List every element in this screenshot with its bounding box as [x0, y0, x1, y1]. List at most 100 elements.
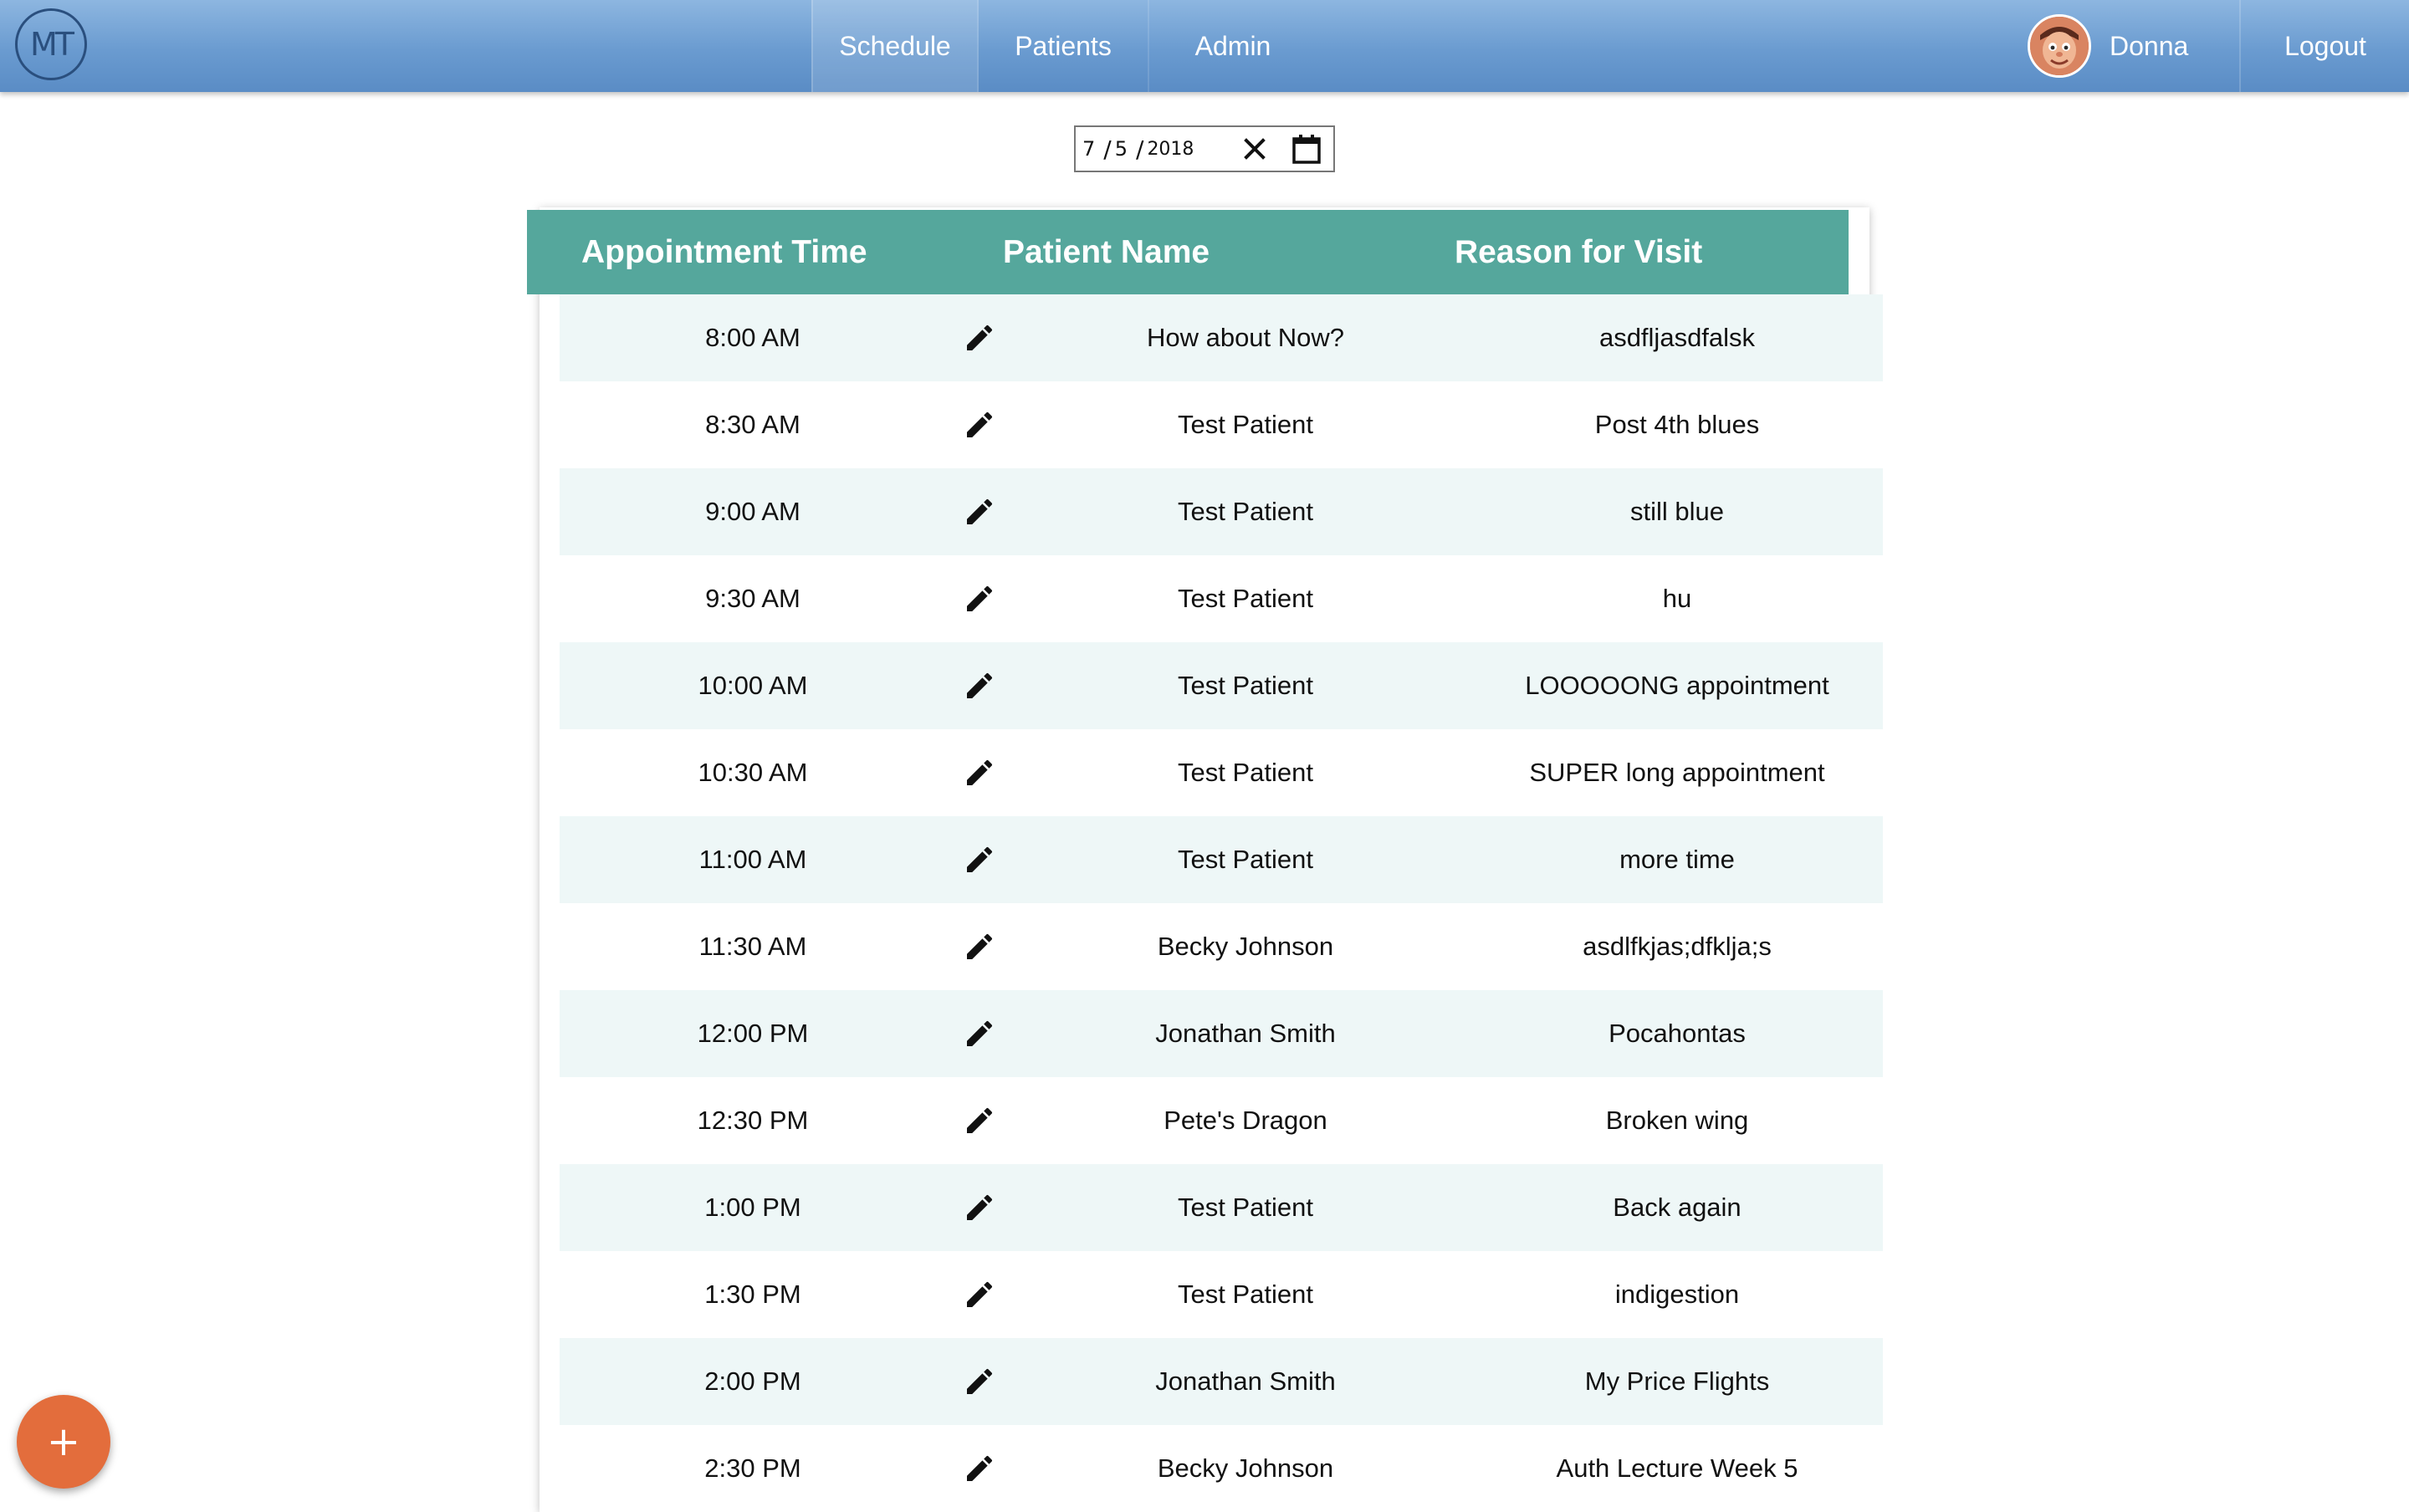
tab-admin-label: Admin — [1194, 30, 1271, 61]
date-separator: / — [1103, 135, 1112, 163]
reason-for-visit: indigestion — [1614, 1280, 1740, 1309]
pencil-icon[interactable] — [944, 1164, 1015, 1251]
reason-for-visit: still blue — [1630, 497, 1724, 526]
pencil-icon[interactable] — [944, 381, 1015, 468]
table-row[interactable]: 11:00 AM Test Patient more time — [560, 816, 1883, 903]
appointment-time: 11:00 AM — [698, 845, 807, 874]
table-row[interactable]: 9:30 AM Test Patient hu — [560, 555, 1883, 642]
patient-name: Jonathan Smith — [1155, 1019, 1336, 1048]
patient-name: Test Patient — [1178, 1193, 1313, 1222]
tab-admin[interactable]: Admin — [1149, 0, 1317, 92]
avatar-face-icon — [2030, 17, 2089, 75]
nav-tabs: Schedule Patients Admin — [811, 0, 1317, 92]
pencil-icon[interactable] — [944, 1251, 1015, 1338]
reason-for-visit: Broken wing — [1605, 1106, 1749, 1135]
pencil-icon[interactable] — [944, 729, 1015, 816]
reason-for-visit: asdfljasdfalsk — [1598, 323, 1756, 352]
table-row[interactable]: 8:00 AM How about Now? asdfljasdfalsk — [560, 294, 1883, 381]
logout-button[interactable]: Logout — [2242, 0, 2409, 92]
nav-divider — [2239, 0, 2241, 92]
app-logo[interactable]: MT — [15, 8, 87, 80]
appointment-time: 12:00 PM — [697, 1019, 809, 1048]
close-icon[interactable] — [1240, 134, 1270, 164]
patient-name: Test Patient — [1178, 410, 1313, 439]
reason-for-visit: LOOOOONG appointment — [1525, 671, 1829, 700]
reason-for-visit: hu — [1662, 584, 1692, 613]
appointment-time: 1:30 PM — [704, 1280, 801, 1309]
patient-name: Test Patient — [1178, 584, 1313, 613]
table-row[interactable]: 2:00 PM Jonathan Smith My Price Flights — [560, 1338, 1883, 1425]
header-reason-for-visit: Reason for Visit — [1455, 233, 1703, 270]
pencil-icon[interactable] — [944, 990, 1015, 1077]
appointment-time: 2:00 PM — [704, 1366, 801, 1396]
top-navbar: MT Schedule Patients Admin Donna Logout — [0, 0, 2409, 92]
table-row[interactable]: 11:30 AM Becky Johnson asdlfkjas;dfklja;s — [560, 903, 1883, 990]
reason-for-visit: My Price Flights — [1584, 1366, 1770, 1396]
pencil-icon[interactable] — [944, 468, 1015, 555]
table-row[interactable]: 9:00 AM Test Patient still blue — [560, 468, 1883, 555]
appointment-time: 8:00 AM — [705, 323, 800, 352]
date-input[interactable]: 7 / 5 / 2018 — [1074, 125, 1335, 172]
logo-text: MT — [30, 26, 74, 63]
patient-name: How about Now? — [1146, 323, 1345, 352]
add-appointment-button[interactable]: + — [17, 1395, 110, 1489]
appointment-time: 10:00 AM — [698, 671, 808, 700]
header-patient-name: Patient Name — [1003, 233, 1210, 270]
appointments-table-body: 8:00 AM How about Now? asdfljasdfalsk 8:30 … — [560, 294, 1883, 1512]
patient-name: Test Patient — [1178, 497, 1313, 526]
header-appointment-time: Appointment Time — [581, 233, 867, 270]
tab-patients-label: Patients — [1015, 30, 1112, 61]
table-row[interactable]: 2:30 PM Becky Johnson Auth Lecture Week 5 — [560, 1425, 1883, 1512]
reason-for-visit: asdlfkjas;dfklja;s — [1583, 932, 1772, 961]
table-header: Appointment Time Patient Name Reason for… — [527, 210, 1849, 294]
pencil-icon[interactable] — [944, 1338, 1015, 1425]
appointment-time: 9:30 AM — [705, 584, 800, 613]
date-separator: / — [1136, 135, 1144, 163]
appointment-time: 12:30 PM — [697, 1106, 809, 1135]
reason-for-visit: Auth Lecture Week 5 — [1556, 1453, 1798, 1483]
patient-name: Test Patient — [1178, 758, 1313, 787]
reason-for-visit: Back again — [1613, 1193, 1742, 1222]
pencil-icon[interactable] — [944, 816, 1015, 903]
table-row[interactable]: 1:30 PM Test Patient indigestion — [560, 1251, 1883, 1338]
user-name[interactable]: Donna — [2110, 31, 2188, 62]
table-row[interactable]: 10:00 AM Test Patient LOOOOONG appointment — [560, 642, 1883, 729]
table-row[interactable]: 12:30 PM Pete's Dragon Broken wing — [560, 1077, 1883, 1164]
pencil-icon[interactable] — [944, 903, 1015, 990]
pencil-icon[interactable] — [944, 1425, 1015, 1512]
patient-name: Becky Johnson — [1157, 1453, 1334, 1483]
pencil-icon[interactable] — [944, 294, 1015, 381]
date-month[interactable]: 7 — [1082, 137, 1095, 161]
patient-name: Pete's Dragon — [1164, 1106, 1327, 1135]
reason-for-visit: Post 4th blues — [1594, 410, 1760, 439]
reason-for-visit: Pocahontas — [1609, 1019, 1746, 1048]
calendar-icon[interactable] — [1290, 132, 1323, 166]
pencil-icon[interactable] — [944, 1077, 1015, 1164]
tab-schedule-label: Schedule — [839, 30, 951, 61]
date-year[interactable]: 2018 — [1147, 139, 1194, 160]
patient-name: Test Patient — [1178, 1280, 1313, 1309]
avatar[interactable] — [2028, 14, 2091, 78]
appointment-time: 11:30 AM — [698, 932, 807, 961]
logout-label: Logout — [2284, 30, 2366, 61]
tab-schedule[interactable]: Schedule — [811, 0, 979, 92]
patient-name: Becky Johnson — [1157, 932, 1334, 961]
patient-name: Test Patient — [1178, 671, 1313, 700]
reason-for-visit: SUPER long appointment — [1529, 758, 1825, 787]
user-menu[interactable]: Donna — [2028, 0, 2188, 92]
patient-name: Test Patient — [1178, 845, 1313, 874]
appointment-time: 2:30 PM — [704, 1453, 801, 1483]
table-row[interactable]: 8:30 AM Test Patient Post 4th blues — [560, 381, 1883, 468]
table-row[interactable]: 10:30 AM Test Patient SUPER long appointme… — [560, 729, 1883, 816]
appointment-time: 10:30 AM — [698, 758, 808, 787]
tab-patients[interactable]: Patients — [979, 0, 1149, 92]
plus-icon: + — [46, 1418, 81, 1465]
pencil-icon[interactable] — [944, 642, 1015, 729]
appointment-time: 8:30 AM — [705, 410, 800, 439]
reason-for-visit: more time — [1619, 845, 1735, 874]
appointment-time: 1:00 PM — [704, 1193, 801, 1222]
table-row[interactable]: 1:00 PM Test Patient Back again — [560, 1164, 1883, 1251]
table-row[interactable]: 12:00 PM Jonathan Smith Pocahontas — [560, 990, 1883, 1077]
pencil-icon[interactable] — [944, 555, 1015, 642]
date-day[interactable]: 5 — [1115, 137, 1128, 161]
